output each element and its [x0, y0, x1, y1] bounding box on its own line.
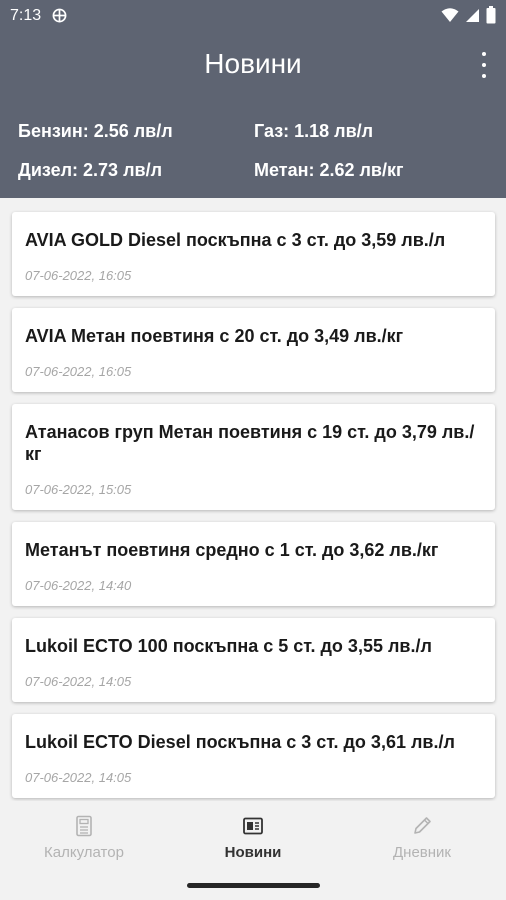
calculator-icon — [76, 815, 92, 837]
price-gaz: Газ: 1.18 лв/л — [254, 121, 374, 141]
news-card[interactable]: Метанът поевтиня средно с 1 ст. до 3,62 … — [12, 522, 495, 606]
news-date: 07-06-2022, 14:40 — [25, 578, 132, 593]
news-card[interactable]: AVIA GOLD Diesel поскъпна с 3 ст. до 3,5… — [12, 212, 495, 296]
news-title: Метанът поевтиня средно с 1 ст. до 3,62 … — [25, 540, 439, 560]
news-title: Lukoil ECTO 100 поскъпна с 5 ст. до 3,55… — [25, 636, 432, 656]
news-list[interactable]: AVIA GOLD Diesel поскъпна с 3 ст. до 3,5… — [0, 198, 506, 801]
page-title: Новини — [204, 48, 302, 79]
news-date: 07-06-2022, 15:05 — [25, 482, 132, 497]
price-metan: Метан: 2.62 лв/кг — [254, 160, 404, 180]
nav-label-diary: Дневник — [393, 844, 451, 861]
newspaper-icon — [243, 817, 263, 835]
news-card[interactable]: Lukoil ECTO Diesel поскъпна с 3 ст. до 3… — [12, 714, 495, 798]
news-title: AVIA GOLD Diesel поскъпна с 3 ст. до 3,5… — [25, 230, 446, 250]
news-date: 07-06-2022, 16:05 — [25, 268, 132, 283]
battery-icon — [486, 6, 496, 24]
signal-icon — [466, 9, 479, 22]
nav-label-news: Новини — [224, 844, 282, 861]
app-header: 7:13 Новини Бензин: 2.56 лв/л Газ: 1.18 … — [0, 0, 506, 198]
pencil-icon — [414, 817, 431, 834]
news-title: AVIA Метан поевтиня с 20 ст. до 3,49 лв.… — [25, 326, 404, 346]
home-indicator[interactable] — [187, 883, 320, 888]
more-vert-icon[interactable] — [478, 52, 490, 78]
nav-item-calculator[interactable]: Калкулатор — [0, 815, 168, 861]
nav-item-diary[interactable]: Дневник — [338, 815, 506, 861]
news-title: Lukoil ECTO Diesel поскъпна с 3 ст. до 3… — [25, 732, 455, 752]
news-card[interactable]: AVIA Метан поевтиня с 20 ст. до 3,49 лв.… — [12, 308, 495, 392]
news-date: 07-06-2022, 16:05 — [25, 364, 132, 379]
status-time: 7:13 — [10, 7, 42, 24]
nav-item-news[interactable]: Новини — [169, 815, 337, 861]
news-date: 07-06-2022, 14:05 — [25, 674, 132, 689]
news-date: 07-06-2022, 14:05 — [25, 770, 132, 785]
status-icons — [441, 6, 496, 24]
news-card[interactable]: Lukoil ECTO 100 поскъпна с 5 ст. до 3,55… — [12, 618, 495, 702]
sync-icon — [52, 8, 67, 23]
price-benzin: Бензин: 2.56 лв/л — [18, 121, 173, 141]
news-title: Атанасов груп Метан поевтиня с 19 ст. до… — [25, 422, 475, 464]
price-dizel: Дизел: 2.73 лв/л — [18, 160, 163, 180]
news-card[interactable]: Атанасов груп Метан поевтиня с 19 ст. до… — [12, 404, 495, 510]
status-bar: 7:13 — [0, 0, 506, 34]
wifi-icon — [441, 8, 459, 22]
nav-label-calculator: Калкулатор — [44, 844, 124, 861]
